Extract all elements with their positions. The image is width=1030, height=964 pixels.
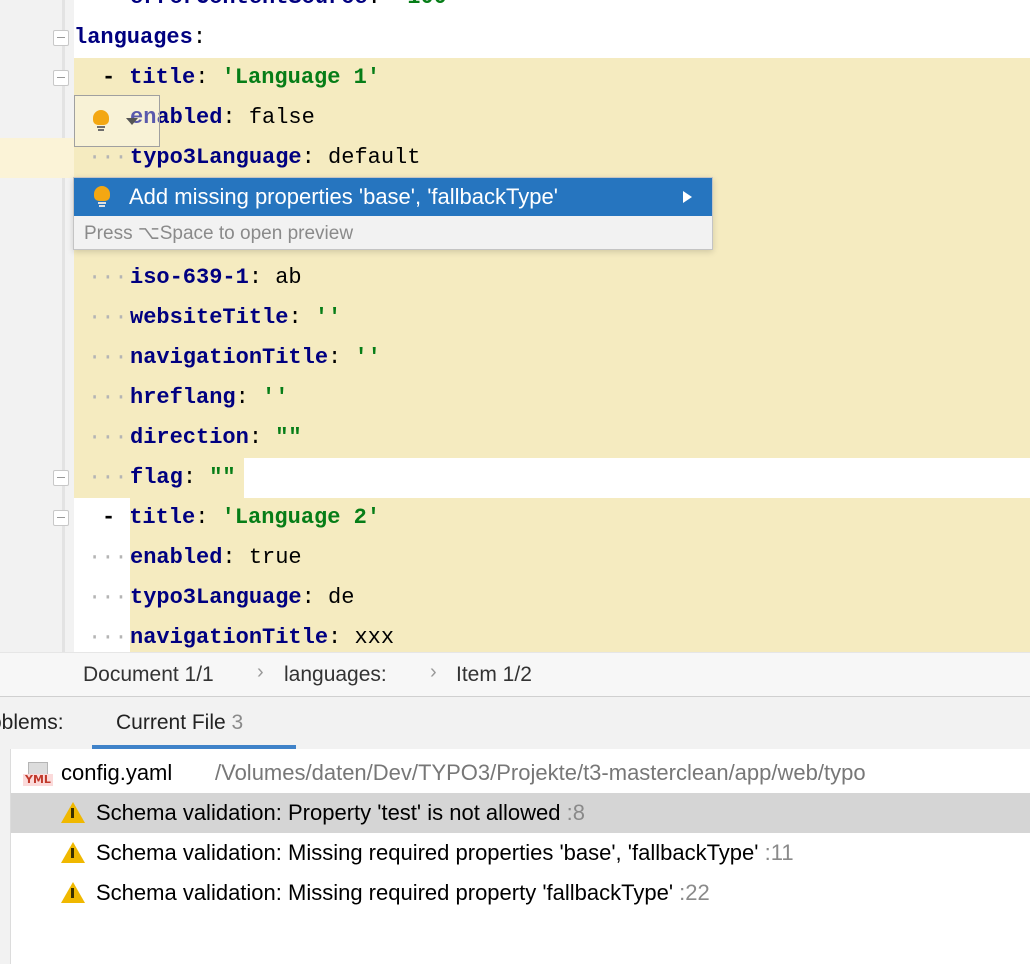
yaml-file-icon: YML <box>23 762 59 788</box>
yaml-value: true <box>248 545 302 570</box>
yaml-key: hreflang <box>130 385 236 410</box>
problems-list: YML config.yaml /Volumes/daten/Dev/TYPO3… <box>0 749 1030 964</box>
code-line[interactable]: languages: <box>0 18 206 58</box>
problem-item[interactable]: Schema validation: Missing required prop… <box>11 833 1030 873</box>
problems-tab-bar: oblems: Current File 3 <box>0 696 1030 750</box>
code-line[interactable]: ··· typo3Language: de <box>0 578 354 618</box>
submenu-arrow-icon[interactable] <box>683 191 692 203</box>
chevron-right-icon: › <box>257 661 264 683</box>
breadcrumb-item[interactable]: languages: <box>284 663 387 687</box>
problem-line: :22 <box>679 880 710 905</box>
breadcrumb: Document 1/1 › languages: › Item 1/2 <box>0 652 1030 697</box>
indent-guide: ··· <box>88 385 128 410</box>
chevron-right-icon: › <box>430 661 437 683</box>
code-line[interactable]: ··· flag: "" <box>0 458 236 498</box>
warning-icon <box>61 802 85 823</box>
file-node[interactable]: YML config.yaml /Volumes/daten/Dev/TYPO3… <box>11 753 1030 793</box>
yaml-key: flag <box>130 465 183 490</box>
yaml-value: "" <box>209 465 236 490</box>
yaml-value: 'Language 2' <box>221 505 381 530</box>
yaml-key: typo3Language <box>130 585 302 610</box>
yaml-key: iso-639-1 <box>130 265 249 290</box>
problem-item[interactable]: Schema validation: Property 'test' is no… <box>11 793 1030 833</box>
problem-message: Schema validation: Property 'test' is no… <box>96 800 561 825</box>
tab-label: Current File <box>116 711 226 734</box>
yaml-value: "" <box>275 425 302 450</box>
problem-line: :11 <box>764 840 794 865</box>
yaml-key: navigationTitle <box>130 625 329 650</box>
yaml-value: false <box>248 105 315 130</box>
code-line[interactable]: - title: 'Language 2' <box>0 498 380 538</box>
problem-line: :8 <box>566 800 586 825</box>
warning-icon <box>61 842 85 863</box>
yaml-key: title <box>129 505 196 530</box>
lightbulb-icon <box>94 186 110 207</box>
preview-hint: Press ⌥Space to open preview <box>84 223 354 244</box>
lightbulb-icon <box>93 110 109 131</box>
yaml-value: '100' <box>394 0 460 10</box>
yaml-value: 'Language 1' <box>221 65 381 90</box>
code-line[interactable]: ··· typo3Language: default <box>0 138 420 178</box>
yaml-key: direction <box>130 425 249 450</box>
action-label: Add missing properties 'base', 'fallback… <box>129 184 558 209</box>
yaml-value: '' <box>314 305 342 330</box>
yaml-key: websiteTitle <box>130 305 289 330</box>
problems-toolbar <box>0 749 11 964</box>
indent-guide: ··· <box>88 465 128 490</box>
chevron-down-icon <box>126 118 138 125</box>
yaml-value: xxx <box>354 625 395 650</box>
yaml-key: enabled <box>130 545 223 570</box>
yaml-key: languages <box>74 25 193 50</box>
intention-popup: Add missing properties 'base', 'fallback… <box>73 177 713 250</box>
code-line[interactable]: ··· hreflang: '' <box>0 378 288 418</box>
indent-guide: ··· <box>88 625 128 650</box>
breadcrumb-item[interactable]: Document 1/1 <box>83 663 214 687</box>
intention-bulb-button[interactable] <box>74 95 160 147</box>
add-missing-properties-action[interactable]: Add missing properties 'base', 'fallback… <box>74 178 712 216</box>
problem-item[interactable]: Schema validation: Missing required prop… <box>11 873 1030 913</box>
problem-count-badge: 3 <box>231 711 244 734</box>
yaml-value: '' <box>262 385 289 410</box>
yaml-value: default <box>328 145 421 170</box>
yaml-key: navigationTitle <box>130 345 329 370</box>
breadcrumb-item[interactable]: Item 1/2 <box>456 663 532 687</box>
problem-message: Schema validation: Missing required prop… <box>96 840 759 865</box>
yaml-key: typo3Language <box>130 145 302 170</box>
indent-guide: ··· <box>88 425 128 450</box>
code-line[interactable]: errorContentSource: '100' <box>0 0 460 18</box>
indent-guide: ··· <box>88 545 128 570</box>
problems-title: oblems: <box>0 711 64 734</box>
code-line[interactable]: ··· navigationTitle: '' <box>0 338 381 378</box>
code-line[interactable]: ··· navigationTitle: xxx <box>0 618 394 652</box>
indent-guide: ··· <box>88 585 128 610</box>
yaml-key: title <box>129 65 196 90</box>
indent-guide: ··· <box>88 265 128 290</box>
code-line[interactable]: ··· iso-639-1: ab <box>0 258 302 298</box>
yaml-value: ab <box>275 265 302 290</box>
code-editor[interactable]: errorContentSource: '100' languages: -ti… <box>0 0 1030 652</box>
indent-guide: ··· <box>88 345 128 370</box>
indent-guide: ··· <box>88 305 128 330</box>
code-line[interactable]: ··· enabled: true <box>0 538 302 578</box>
list-dash: - <box>102 505 116 530</box>
list-dash: - <box>102 65 116 90</box>
file-path: /Volumes/daten/Dev/TYPO3/Projekte/t3-mas… <box>215 760 866 785</box>
file-name: config.yaml <box>61 760 173 785</box>
tab-current-file[interactable]: Current File 3 <box>92 697 296 749</box>
warning-icon <box>61 882 85 903</box>
code-line[interactable]: ··· websiteTitle: '' <box>0 298 341 338</box>
yaml-key: errorContentSource <box>130 0 368 10</box>
code-line[interactable]: - title: 'Language 1' <box>0 58 380 98</box>
problem-message: Schema validation: Missing required prop… <box>96 880 674 905</box>
yaml-value: '' <box>354 345 381 370</box>
yaml-value: de <box>328 585 355 610</box>
code-line[interactable]: ··· direction: "" <box>0 418 302 458</box>
